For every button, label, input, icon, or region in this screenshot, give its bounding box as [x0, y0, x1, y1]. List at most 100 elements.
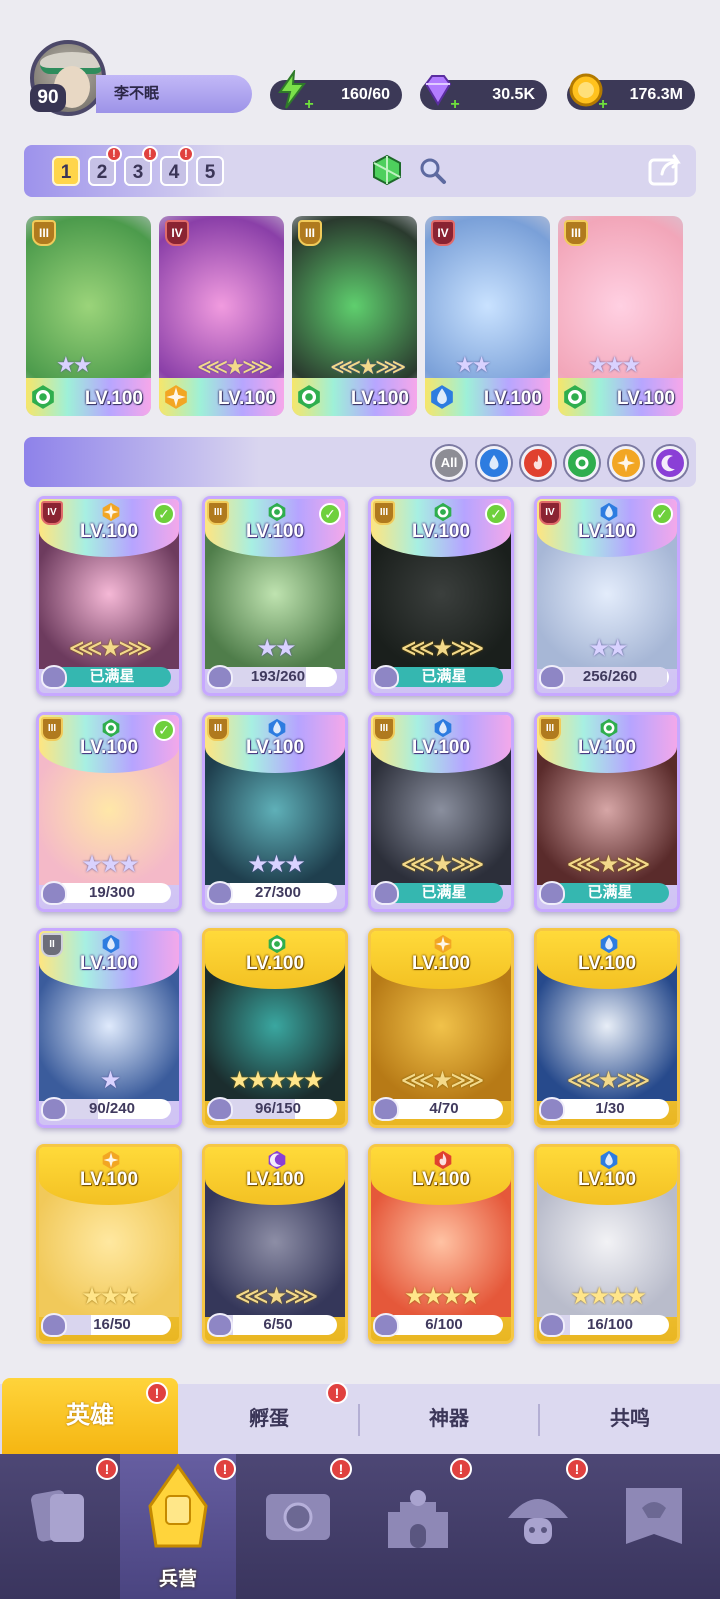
checkmark-icon: ✓: [651, 503, 673, 525]
star-rating: ★★★: [81, 1283, 140, 1310]
filter-water-button[interactable]: [477, 446, 511, 480]
winged-star-emblem: ⋘★⋙: [566, 851, 651, 878]
filter-light-button[interactable]: [609, 446, 643, 480]
hero-level: LV.100: [245, 1169, 305, 1190]
player-level: 90: [30, 84, 66, 112]
hero-card[interactable]: LV.100 III ⋘★⋙ 已满星: [534, 712, 680, 912]
hero-card[interactable]: LV.100 IV ✓ ★★ 256/260: [534, 496, 680, 696]
shard-icon: [373, 881, 399, 905]
rank-badge: III: [373, 501, 395, 525]
hero-level: LV.100: [350, 388, 409, 409]
hero-card[interactable]: LV.100 III ✓ ⋘★⋙ 已满星: [368, 496, 514, 696]
gems-value: 30.5K: [492, 86, 535, 103]
nav-barracks[interactable]: [138, 1456, 218, 1548]
filter-dark-button[interactable]: [653, 446, 687, 480]
progress-text: 已满星: [89, 668, 135, 685]
checkmark-icon: ✓: [153, 719, 175, 741]
coins-value: 176.3M: [629, 86, 683, 103]
hero-card[interactable]: LV.100 ★★★★ 16/100: [534, 1144, 680, 1344]
add-gems-icon[interactable]: +: [448, 97, 462, 113]
green-cube-icon[interactable]: [370, 153, 404, 187]
checkmark-icon: ✓: [319, 503, 341, 525]
winged-star-emblem: ⋘★⋙: [566, 1067, 651, 1094]
wind-element-icon: [101, 718, 121, 738]
filter-all-label: All: [440, 455, 458, 470]
team-hero-card[interactable]: IV ⋘★⋙ LV.100: [159, 216, 284, 416]
tab-resonance[interactable]: 共鸣: [540, 1384, 720, 1454]
nav-castle[interactable]: [378, 1478, 458, 1568]
wind-element-icon: [433, 502, 453, 522]
team-tab-5[interactable]: 5: [196, 156, 224, 186]
shard-progress-bar: 19/300: [53, 883, 171, 903]
dark-element-icon: [267, 1150, 287, 1170]
hero-card[interactable]: LV.100 III ⋘★⋙ 已满星: [368, 712, 514, 912]
tab-artifact[interactable]: 神器: [360, 1384, 538, 1454]
progress-text: 已满星: [421, 668, 467, 685]
energy-icon[interactable]: +: [272, 68, 314, 113]
shard-icon: [207, 665, 233, 689]
hero-card[interactable]: LV.100 II ★ 90/240: [36, 928, 182, 1128]
hero-card[interactable]: LV.100 IV ✓ ⋘★⋙ 已满星: [36, 496, 182, 696]
search-icon[interactable]: [418, 156, 448, 186]
cards-icon: [31, 1490, 84, 1542]
nav-cards[interactable]: [20, 1478, 100, 1568]
team-hero-card[interactable]: III ⋘★⋙ LV.100: [292, 216, 417, 416]
hero-card[interactable]: LV.100 ★★★ 16/50: [36, 1144, 182, 1344]
team-tab-alert-badge: !: [178, 146, 194, 162]
wind-element-icon: [599, 718, 619, 738]
nav-journal[interactable]: [258, 1478, 338, 1568]
hero-card[interactable]: LV.100 III ★★★ 27/300: [202, 712, 348, 912]
hero-card[interactable]: LV.100 ⋘★⋙ 1/30: [534, 928, 680, 1128]
tab-hatch-label: 孵蛋: [249, 1408, 289, 1430]
filter-wind-button[interactable]: [565, 446, 599, 480]
checkmark-icon: ✓: [485, 503, 507, 525]
barracks-icon: [148, 1463, 208, 1548]
team-tab-1[interactable]: 1: [52, 156, 80, 186]
winged-star-emblem: ⋘★⋙: [400, 1067, 485, 1094]
light-element-icon: [163, 384, 189, 410]
hero-card[interactable]: LV.100 ★★★★★ 96/150: [202, 928, 348, 1128]
share-icon[interactable]: [646, 150, 686, 190]
add-energy-icon[interactable]: +: [302, 97, 316, 113]
checkmark-icon: ✓: [153, 503, 175, 525]
hero-card[interactable]: LV.100 ★★★★ 6/100: [368, 1144, 514, 1344]
nav-banner[interactable]: [614, 1478, 694, 1568]
add-coins-icon[interactable]: +: [596, 97, 610, 113]
hero-card[interactable]: LV.100 III ✓ ★★ 193/260: [202, 496, 348, 696]
tab-artifact-label: 神器: [429, 1408, 469, 1430]
progress-text: 90/240: [89, 1100, 135, 1117]
hero-card[interactable]: LV.100 ⋘★⋙ 4/70: [368, 928, 514, 1128]
team-hero-card[interactable]: IV ★★ LV.100: [425, 216, 550, 416]
shard-progress-bar: 已满星: [551, 883, 669, 903]
rank-badge: IV: [431, 220, 455, 246]
gem-icon[interactable]: +: [418, 70, 460, 113]
light-element-icon: [101, 502, 121, 522]
shard-progress-bar: 16/100: [551, 1315, 669, 1335]
player-name[interactable]: 李不眠: [96, 75, 252, 113]
hero-level: LV.100: [577, 521, 637, 542]
water-element-icon: [599, 502, 619, 522]
rank-badge: III: [539, 717, 561, 741]
hero-level: LV.100: [577, 737, 637, 758]
winged-star-emblem: ⋘★⋙: [68, 635, 153, 662]
hero-card[interactable]: LV.100 ⋘★⋙ 6/50: [202, 1144, 348, 1344]
banner-icon: [626, 1488, 682, 1544]
shard-progress-bar: 6/100: [385, 1315, 503, 1335]
hero-level: LV.100: [411, 737, 471, 758]
coin-icon[interactable]: +: [566, 70, 608, 113]
shard-icon: [41, 1097, 67, 1121]
wind-element-icon: [30, 384, 56, 410]
progress-text: 6/100: [425, 1316, 463, 1333]
progress-text: 16/50: [93, 1316, 131, 1333]
team-hero-card[interactable]: III ★★ LV.100: [26, 216, 151, 416]
water-element-icon: [599, 934, 619, 954]
team-hero-card[interactable]: III ★★★ LV.100: [558, 216, 683, 416]
filter-fire-button[interactable]: [521, 446, 555, 480]
filter-all-button[interactable]: All: [432, 446, 466, 480]
shard-icon: [539, 665, 565, 689]
hero-card[interactable]: LV.100 III ✓ ★★★ 19/300: [36, 712, 182, 912]
rank-badge: IV: [539, 501, 561, 525]
winged-star-emblem: ⋘★⋙: [400, 851, 485, 878]
nav-guild[interactable]: [498, 1478, 578, 1568]
nav-cards-alert-badge: !: [96, 1458, 118, 1480]
